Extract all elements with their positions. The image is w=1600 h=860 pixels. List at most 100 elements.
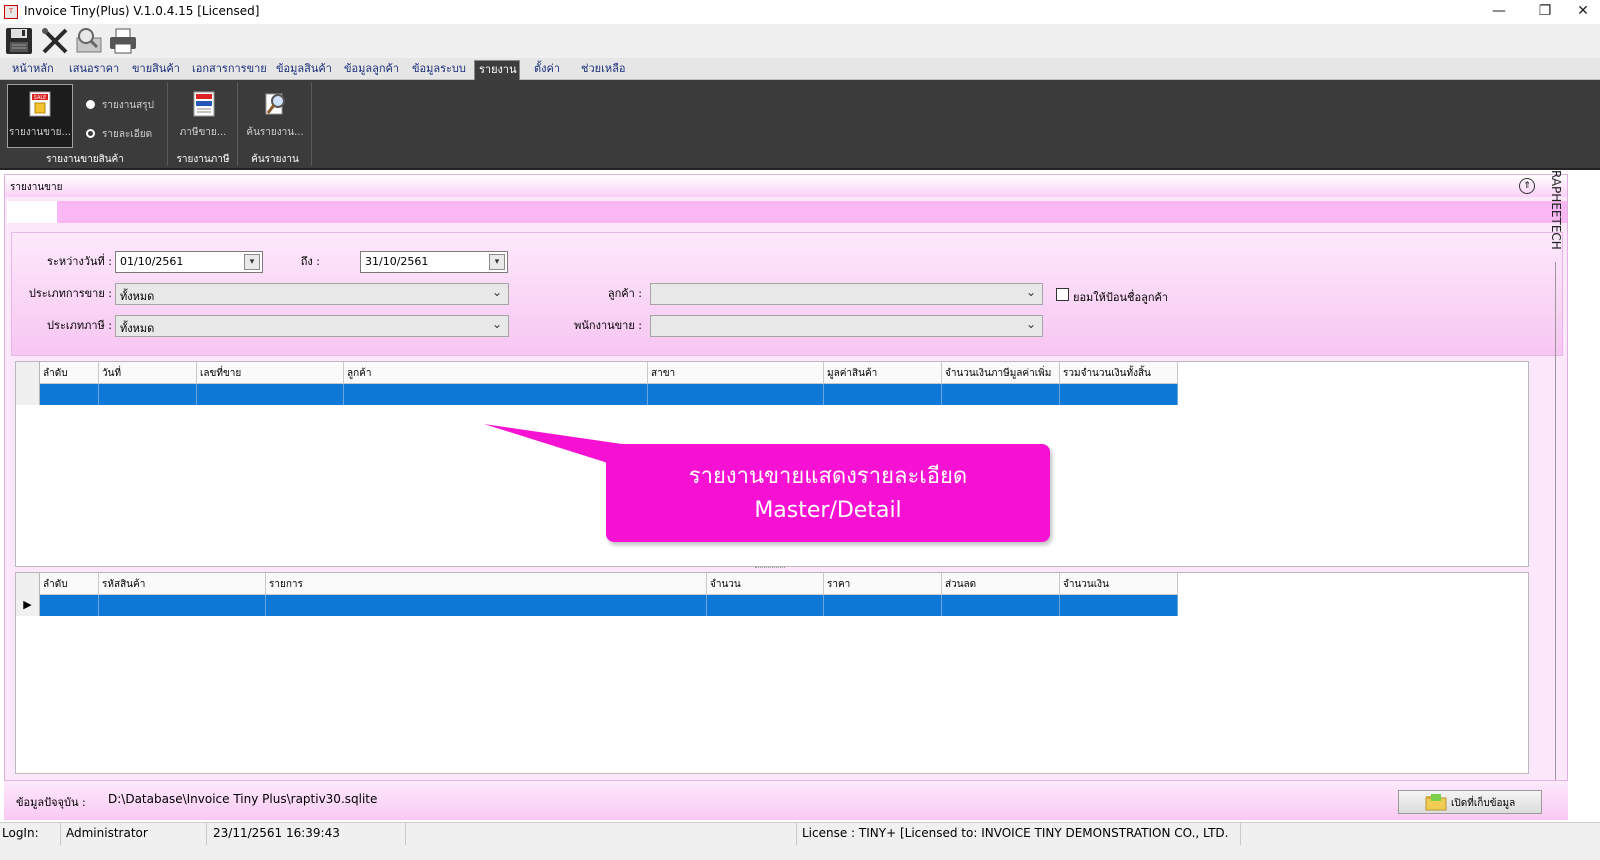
- close-button[interactable]: ✕: [1566, 0, 1600, 24]
- table-cell[interactable]: [99, 595, 266, 616]
- tax-report-button[interactable]: ภาษีขาย...: [172, 84, 234, 148]
- column-header[interactable]: รวมจำนวนเงินทั้งสิ้น: [1060, 362, 1178, 384]
- preview-icon[interactable]: [74, 26, 106, 56]
- column-header[interactable]: ส่วนลด: [942, 573, 1060, 595]
- column-header[interactable]: มูลค่าสินค้า: [824, 362, 942, 384]
- master-grid-header: ลำดับ วันที่ เลขที่ขาย ลูกค้า สาขา มูลค่…: [16, 362, 1178, 384]
- status-separator: [206, 823, 207, 845]
- customer-label: ลูกค้า :: [607, 287, 642, 300]
- column-header[interactable]: สาขา: [648, 362, 824, 384]
- db-label: ข้อมูลปัจจุบัน :: [16, 796, 86, 809]
- search-report-button[interactable]: ค้นรายงาน...: [242, 84, 308, 148]
- table-cell[interactable]: [707, 595, 824, 616]
- folder-icon: [1425, 793, 1447, 814]
- table-cell[interactable]: [266, 595, 707, 616]
- save-icon[interactable]: [4, 26, 36, 56]
- tab-quotation[interactable]: เสนอราคา: [65, 60, 123, 80]
- status-separator: [60, 823, 61, 845]
- table-cell[interactable]: [99, 384, 197, 405]
- tab-products[interactable]: ข้อมูลสินค้า: [272, 60, 336, 80]
- radio-summary-dot: [86, 100, 95, 109]
- salesperson-select[interactable]: ⌄: [650, 315, 1043, 337]
- tab-help[interactable]: ช่วยเหลือ: [577, 60, 629, 80]
- calendar-dropdown-icon[interactable]: ▾: [489, 254, 505, 270]
- sales-report-button[interactable]: SALE รายงานขาย...: [7, 84, 73, 148]
- row-indicator-icon[interactable]: ▶: [16, 595, 40, 616]
- status-separator: [1240, 823, 1241, 845]
- ribbon-group-tax-label: รายงานภาษี: [176, 154, 230, 165]
- title-bar: T Invoice Tiny(Plus) V.1.0.4.15 [License…: [0, 0, 1600, 24]
- ribbon-group-sales-report: SALE รายงานขาย... รายงานสรุป รายละเอียด …: [2, 82, 168, 166]
- window-title: Invoice Tiny(Plus) V.1.0.4.15 [Licensed]: [24, 4, 260, 18]
- table-row[interactable]: ▶: [16, 595, 1178, 616]
- table-cell[interactable]: [824, 384, 942, 405]
- chevron-down-icon: ⌄: [1025, 285, 1036, 299]
- table-cell[interactable]: [1060, 384, 1178, 405]
- table-cell[interactable]: [40, 595, 99, 616]
- filter-box: ระหว่างวันที่ : 01/10/2561 ▾ ถึง : 31/10…: [11, 232, 1563, 356]
- from-date-field[interactable]: 01/10/2561 ▾: [115, 251, 263, 273]
- sales-report-label: รายงานขาย...: [8, 127, 72, 138]
- row-header-corner: [16, 362, 40, 384]
- calendar-dropdown-icon[interactable]: ▾: [244, 254, 260, 270]
- grid-splitter[interactable]: [755, 567, 785, 571]
- table-cell[interactable]: [942, 595, 1060, 616]
- ribbon-group-search-label: ค้นรายงาน: [251, 154, 299, 165]
- customer-select[interactable]: ⌄: [650, 283, 1043, 305]
- table-cell[interactable]: [40, 384, 99, 405]
- tab-home[interactable]: หน้าหลัก: [8, 60, 58, 80]
- to-date-field[interactable]: 31/10/2561 ▾: [360, 251, 508, 273]
- column-header[interactable]: จำนวนเงินภาษีมูลค่าเพิ่ม: [942, 362, 1060, 384]
- ribbon-group-tax-report: ภาษีขาย... รายงานภาษี: [168, 82, 238, 166]
- table-cell[interactable]: [1060, 595, 1178, 616]
- table-row[interactable]: [16, 384, 1178, 405]
- detail-grid[interactable]: ลำดับ รหัสสินค้า รายการ จำนวน ราคา ส่วนล…: [15, 572, 1529, 774]
- tab-sales[interactable]: ขายสินค้า: [128, 60, 184, 80]
- restore-button[interactable]: ❐: [1522, 0, 1568, 24]
- sale-type-select[interactable]: ทั้งหมด ⌄: [115, 283, 509, 305]
- tab-system[interactable]: ข้อมูลระบบ: [408, 60, 470, 80]
- side-brand-strip: RAPHEETECH: [1545, 170, 1567, 790]
- table-cell[interactable]: [942, 384, 1060, 405]
- tab-sales-documents[interactable]: เอกสารการขาย: [188, 60, 271, 80]
- table-cell[interactable]: [197, 384, 344, 405]
- tax-report-label: ภาษีขาย...: [179, 127, 227, 138]
- detail-grid-header: ลำดับ รหัสสินค้า รายการ จำนวน ราคา ส่วนล…: [16, 573, 1178, 595]
- footer-bar: ข้อมูลปัจจุบัน : D:\Database\Invoice Tin…: [4, 780, 1568, 820]
- table-cell[interactable]: [648, 384, 824, 405]
- radio-summary[interactable]: รายงานสรุป: [84, 98, 164, 112]
- table-cell[interactable]: [824, 595, 942, 616]
- open-data-folder-label: เปิดที่เก็บข้อมูล: [1451, 798, 1516, 809]
- allow-name-label: ยอมให้ป้อนชื่อลูกค้า: [1073, 291, 1169, 304]
- open-data-folder-button[interactable]: เปิดที่เก็บข้อมูล: [1398, 790, 1542, 814]
- column-header[interactable]: เลขที่ขาย: [197, 362, 344, 384]
- column-header[interactable]: รหัสสินค้า: [99, 573, 266, 595]
- status-bar: LogIn: Administrator 23/11/2561 16:39:43…: [0, 822, 1600, 860]
- panel-tab-blank[interactable]: [7, 201, 57, 223]
- column-header[interactable]: ลูกค้า: [344, 362, 648, 384]
- column-header[interactable]: รายการ: [266, 573, 707, 595]
- column-header[interactable]: ราคา: [824, 573, 942, 595]
- column-header[interactable]: จำนวน: [707, 573, 824, 595]
- allow-name-checkbox[interactable]: [1056, 288, 1069, 301]
- tab-reports[interactable]: รายงาน: [474, 60, 520, 80]
- column-header[interactable]: ลำดับ: [40, 362, 99, 384]
- chevron-down-icon: ⌄: [491, 317, 502, 331]
- column-header[interactable]: วันที่: [99, 362, 197, 384]
- tax-type-select[interactable]: ทั้งหมด ⌄: [115, 315, 509, 337]
- ribbon-group-sales-label: รายงานขายสินค้า: [46, 154, 124, 165]
- callout-line-2: Master/Detail: [754, 498, 902, 523]
- minimize-button[interactable]: —: [1476, 0, 1522, 24]
- collapse-up-icon[interactable]: ⇑: [1519, 178, 1535, 194]
- column-header[interactable]: ลำดับ: [40, 573, 99, 595]
- print-icon[interactable]: [108, 26, 140, 56]
- column-header[interactable]: จำนวนเงิน: [1060, 573, 1178, 595]
- tab-settings[interactable]: ตั้งค่า: [530, 60, 564, 80]
- radio-detail[interactable]: รายละเอียด: [84, 127, 164, 141]
- table-cell[interactable]: [344, 384, 648, 405]
- row-header[interactable]: [16, 384, 40, 405]
- tools-icon[interactable]: [40, 26, 72, 56]
- license-info: License : TINY+ [Licensed to: INVOICE TI…: [802, 826, 1229, 840]
- tab-customers[interactable]: ข้อมูลลูกค้า: [340, 60, 403, 80]
- row-header-corner: [16, 573, 40, 595]
